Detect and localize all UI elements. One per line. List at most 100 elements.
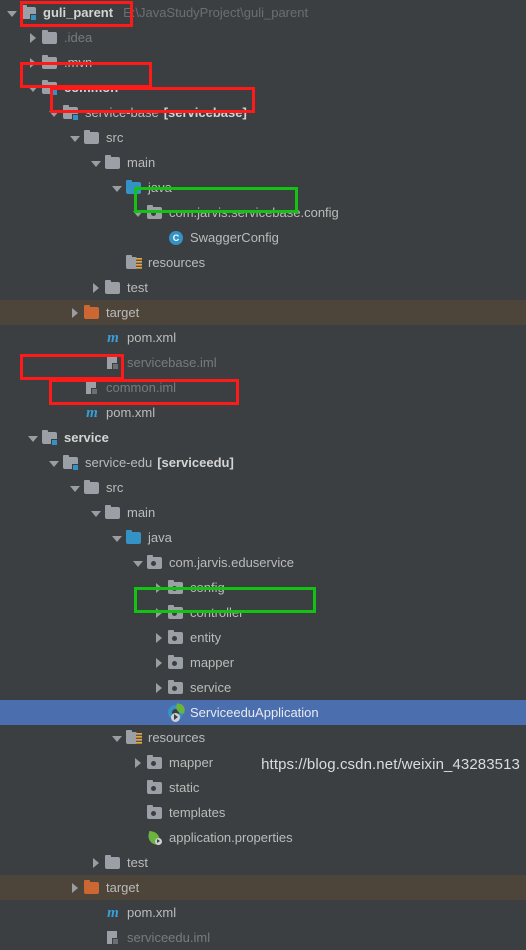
tree-item-label: serviceedu.iml [127, 930, 211, 945]
package-icon [167, 679, 185, 696]
tree-row[interactable]: com.jarvis.eduservice [0, 550, 526, 575]
project-tree[interactable]: guli_parent E:\JavaStudyProject\guli_pare… [0, 0, 526, 945]
tree-row[interactable]: config [0, 575, 526, 600]
package-icon [167, 579, 185, 596]
chevron-down-icon[interactable] [109, 730, 125, 746]
chevron-right-icon[interactable] [25, 30, 41, 46]
chevron-down-icon[interactable] [46, 105, 62, 121]
tree-item-label: entity [190, 630, 222, 645]
tree-row[interactable]: test [0, 275, 526, 300]
tree-row[interactable]: ServiceeduApplication [0, 700, 526, 725]
tree-row[interactable]: templates [0, 800, 526, 825]
iml-icon [104, 930, 122, 946]
tree-row[interactable]: src [0, 125, 526, 150]
tree-row[interactable]: guli_parent E:\JavaStudyProject\guli_pare… [0, 0, 526, 25]
toggle-spacer [88, 905, 104, 921]
tree-item-label: application.properties [169, 830, 293, 845]
tree-row[interactable]: mapper [0, 650, 526, 675]
tree-item-label: ServiceeduApplication [190, 705, 319, 720]
tree-row[interactable]: servicebase.iml [0, 350, 526, 375]
chevron-down-icon[interactable] [46, 455, 62, 471]
chevron-down-icon[interactable] [67, 130, 83, 146]
toggle-spacer [88, 355, 104, 371]
chevron-right-icon[interactable] [88, 280, 104, 296]
toggle-spacer [151, 230, 167, 246]
tree-row[interactable]: target [0, 300, 526, 325]
module-folder-icon [62, 454, 80, 471]
chevron-down-icon[interactable] [25, 430, 41, 446]
tree-row[interactable]: com.jarvis.servicebase.config [0, 200, 526, 225]
tree-row[interactable]: service [0, 425, 526, 450]
tree-row[interactable]: application.properties [0, 825, 526, 850]
tree-row[interactable]: resources [0, 725, 526, 750]
tree-row[interactable]: static [0, 775, 526, 800]
tree-row[interactable]: common [0, 75, 526, 100]
tree-item-label: src [106, 130, 124, 145]
chevron-right-icon[interactable] [151, 655, 167, 671]
module-folder-icon [41, 79, 59, 96]
tree-row[interactable]: service-edu [serviceedu] [0, 450, 526, 475]
tree-row[interactable]: common.iml [0, 375, 526, 400]
tree-row[interactable]: service-base [servicebase] [0, 100, 526, 125]
folder-icon [104, 854, 122, 871]
tree-row[interactable]: test [0, 850, 526, 875]
tree-item-label: resources [148, 255, 206, 270]
chevron-right-icon[interactable] [151, 580, 167, 596]
tree-item-label: pom.xml [127, 330, 177, 345]
tree-row[interactable]: m pom.xml [0, 400, 526, 425]
chevron-right-icon[interactable] [151, 605, 167, 621]
chevron-down-icon[interactable] [130, 555, 146, 571]
tree-row[interactable]: m pom.xml [0, 900, 526, 925]
tree-row[interactable]: m pom.xml [0, 325, 526, 350]
tree-row[interactable]: target [0, 875, 526, 900]
chevron-right-icon[interactable] [25, 55, 41, 71]
tree-row[interactable]: src [0, 475, 526, 500]
tree-row[interactable]: .idea [0, 25, 526, 50]
chevron-right-icon[interactable] [88, 855, 104, 871]
project-root-path: E:\JavaStudyProject\guli_parent [123, 5, 309, 20]
chevron-down-icon[interactable] [88, 505, 104, 521]
tree-row[interactable]: java [0, 175, 526, 200]
tree-row[interactable]: .mvn [0, 50, 526, 75]
tree-row[interactable]: service [0, 675, 526, 700]
tree-row[interactable]: controller [0, 600, 526, 625]
chevron-down-icon[interactable] [88, 155, 104, 171]
chevron-down-icon[interactable] [67, 480, 83, 496]
chevron-right-icon[interactable] [151, 680, 167, 696]
chevron-down-icon[interactable] [4, 5, 20, 21]
tree-row[interactable]: serviceedu.iml [0, 925, 526, 950]
chevron-down-icon[interactable] [25, 80, 41, 96]
chevron-right-icon[interactable] [151, 630, 167, 646]
java-class-icon: C [167, 230, 185, 246]
toggle-spacer [151, 705, 167, 721]
tree-row[interactable]: main [0, 150, 526, 175]
tree-item-label: common [64, 80, 119, 95]
tree-row[interactable]: resources [0, 250, 526, 275]
spring-properties-icon [146, 830, 164, 846]
maven-icon: m [86, 404, 98, 421]
tree-row[interactable]: main [0, 500, 526, 525]
chevron-right-icon[interactable] [67, 305, 83, 321]
tree-item-label: resources [148, 730, 206, 745]
chevron-down-icon[interactable] [109, 530, 125, 546]
chevron-right-icon[interactable] [67, 880, 83, 896]
tree-row[interactable]: java [0, 525, 526, 550]
chevron-down-icon[interactable] [109, 180, 125, 196]
chevron-down-icon[interactable] [130, 205, 146, 221]
tree-item-label: guli_parent [43, 5, 114, 20]
tree-row[interactable]: entity [0, 625, 526, 650]
tree-item-label: service-edu [85, 455, 153, 470]
tree-row[interactable]: C SwaggerConfig [0, 225, 526, 250]
chevron-right-icon[interactable] [130, 755, 146, 771]
